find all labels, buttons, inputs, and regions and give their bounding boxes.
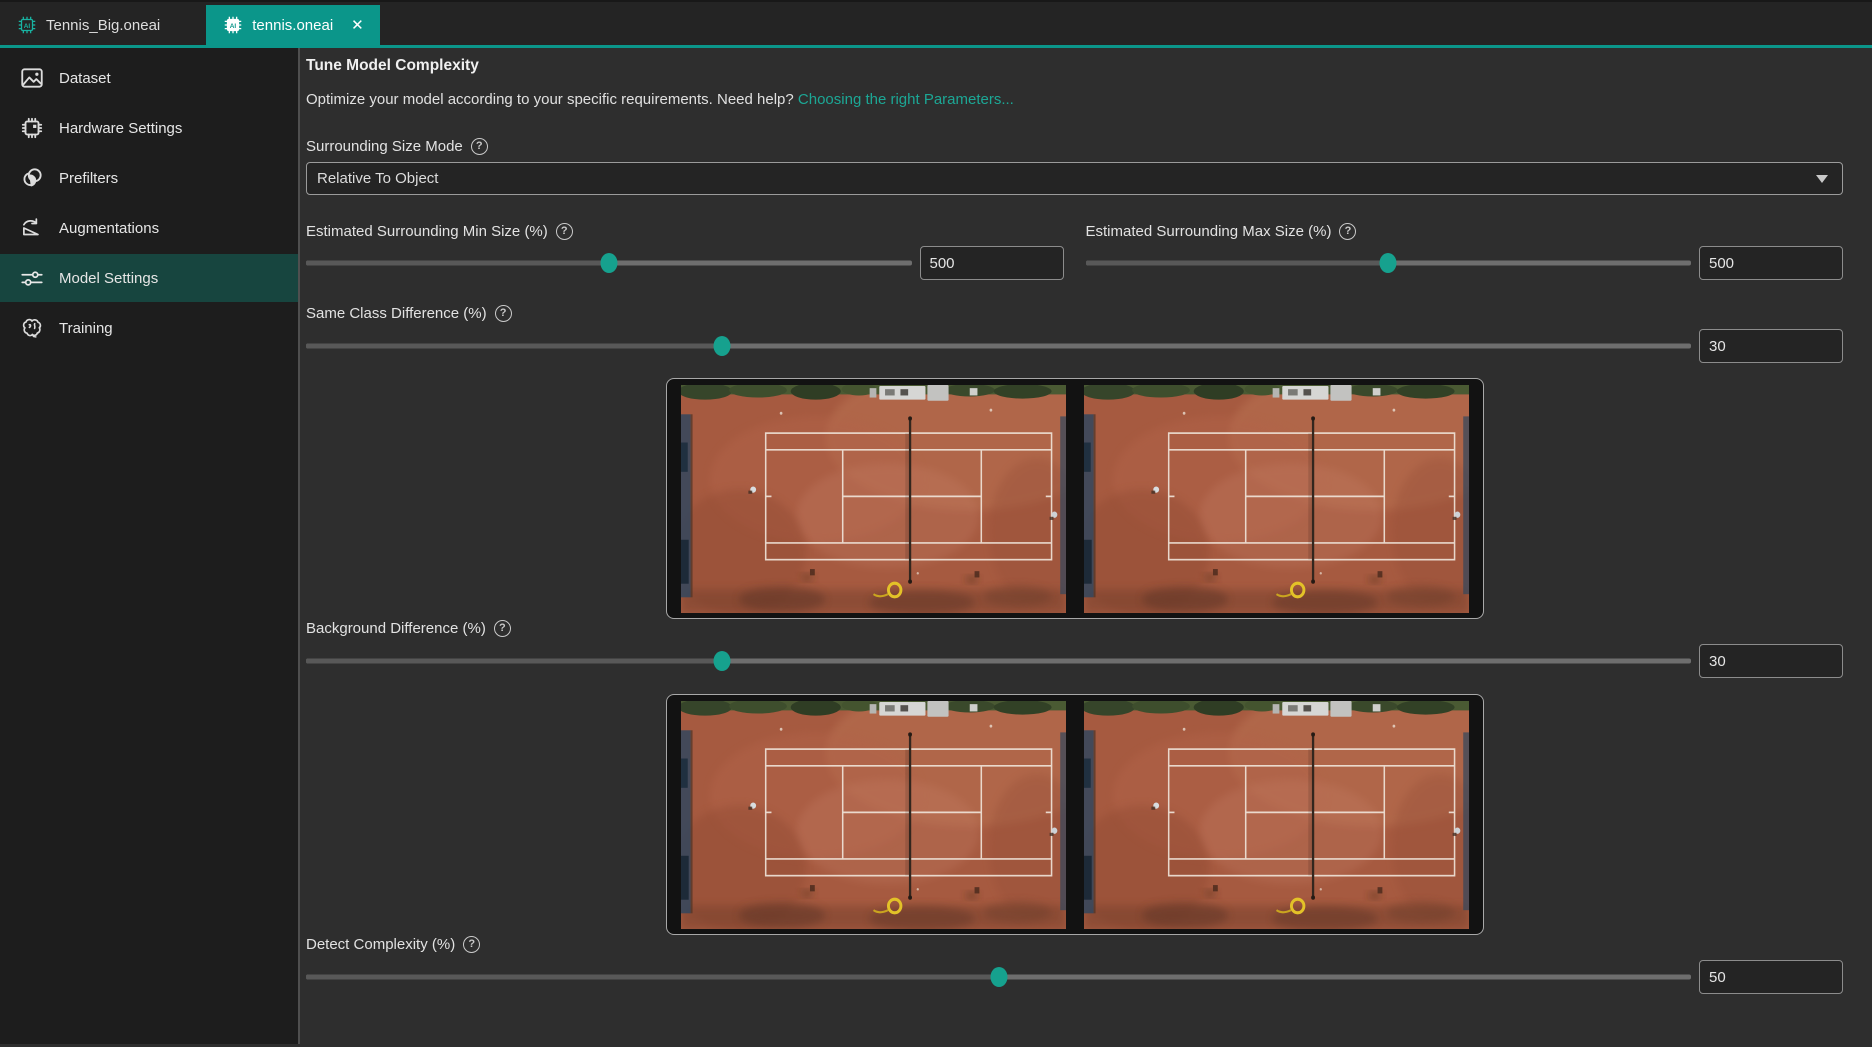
sidebar-item-label: Augmentations	[59, 220, 159, 237]
sidebar-item-label: Model Settings	[59, 270, 158, 287]
sidebar-item-dataset[interactable]: Dataset	[0, 54, 298, 102]
ai-chip-icon: AI	[16, 14, 38, 36]
slider-thumb[interactable]	[713, 651, 730, 671]
sidebar-item-training[interactable]: Training	[0, 304, 298, 352]
tab-tennis-big[interactable]: AI Tennis_Big.oneai	[0, 5, 176, 45]
sidebar-item-label: Hardware Settings	[59, 120, 182, 137]
chevron-down-icon	[1816, 175, 1828, 183]
parameters-help-link[interactable]: Choosing the right Parameters...	[798, 91, 1014, 108]
sidebar-item-label: Dataset	[59, 70, 111, 87]
same-class-difference-slider[interactable]	[306, 336, 1691, 356]
slider-thumb[interactable]	[990, 967, 1007, 987]
sidebar: Dataset Hardware Settings Prefilters	[0, 45, 300, 1044]
surrounding-size-mode-select[interactable]: Relative To Object	[306, 162, 1843, 195]
help-icon[interactable]: ?	[495, 305, 512, 322]
sidebar-item-model-settings[interactable]: Model Settings	[0, 254, 298, 302]
slider-thumb[interactable]	[713, 336, 730, 356]
background-difference-input[interactable]	[1699, 644, 1843, 678]
same-class-difference-input[interactable]	[1699, 329, 1843, 363]
page-description: Optimize your model according to your sp…	[306, 91, 1843, 109]
help-icon[interactable]: ?	[463, 936, 480, 953]
sidebar-item-augmentations[interactable]: Augmentations	[0, 204, 298, 252]
brain-icon	[19, 315, 45, 341]
help-icon[interactable]: ?	[471, 138, 488, 155]
tennis-court-image	[681, 701, 1066, 929]
surrounding-size-mode-label: Surrounding Size Mode ?	[306, 137, 1843, 155]
tennis-court-image	[1084, 701, 1469, 929]
help-icon[interactable]: ?	[494, 620, 511, 637]
svg-text:AI: AI	[230, 23, 237, 30]
transform-icon	[19, 215, 45, 241]
sidebar-item-prefilters[interactable]: Prefilters	[0, 154, 298, 202]
image-icon	[19, 65, 45, 91]
same-class-difference-label: Same Class Difference (%) ?	[306, 304, 1843, 322]
sidebar-item-hardware-settings[interactable]: Hardware Settings	[0, 104, 298, 152]
tab-label: Tennis_Big.oneai	[46, 17, 160, 34]
min-size-label: Estimated Surrounding Min Size (%) ?	[306, 222, 1064, 240]
background-difference-slider[interactable]	[306, 651, 1691, 671]
min-size-slider[interactable]	[306, 253, 912, 273]
tab-tennis[interactable]: AI tennis.oneai ✕	[206, 5, 379, 45]
sidebar-item-label: Training	[59, 320, 113, 337]
same-class-preview	[666, 378, 1484, 619]
max-size-input[interactable]	[1699, 246, 1843, 280]
sliders-icon	[19, 265, 45, 291]
background-difference-label: Background Difference (%) ?	[306, 619, 1843, 637]
slider-thumb[interactable]	[1380, 253, 1397, 273]
detect-complexity-input[interactable]	[1699, 960, 1843, 994]
tennis-court-image	[1084, 385, 1469, 613]
ai-chip-icon: AI	[222, 14, 244, 36]
tennis-court-image	[681, 385, 1066, 613]
close-tab-icon[interactable]: ✕	[351, 16, 364, 34]
filter-circles-icon	[19, 165, 45, 191]
help-icon[interactable]: ?	[1339, 223, 1356, 240]
detect-complexity-slider[interactable]	[306, 967, 1691, 987]
tab-label: tennis.oneai	[252, 17, 333, 34]
chip-icon	[19, 115, 45, 141]
selected-option: Relative To Object	[317, 170, 438, 187]
slider-thumb[interactable]	[600, 253, 617, 273]
model-settings-panel: Tune Model Complexity Optimize your mode…	[300, 45, 1872, 1044]
detect-complexity-label: Detect Complexity (%) ?	[306, 935, 1843, 953]
page-title: Tune Model Complexity	[306, 57, 1843, 77]
min-size-input[interactable]	[920, 246, 1064, 280]
help-icon[interactable]: ?	[556, 223, 573, 240]
background-preview	[666, 694, 1484, 935]
max-size-label: Estimated Surrounding Max Size (%) ?	[1086, 222, 1844, 240]
tab-bar: AI Tennis_Big.oneai AI tennis.oneai ✕	[0, 0, 1872, 45]
max-size-slider[interactable]	[1086, 253, 1692, 273]
svg-text:AI: AI	[24, 23, 31, 30]
sidebar-item-label: Prefilters	[59, 170, 118, 187]
